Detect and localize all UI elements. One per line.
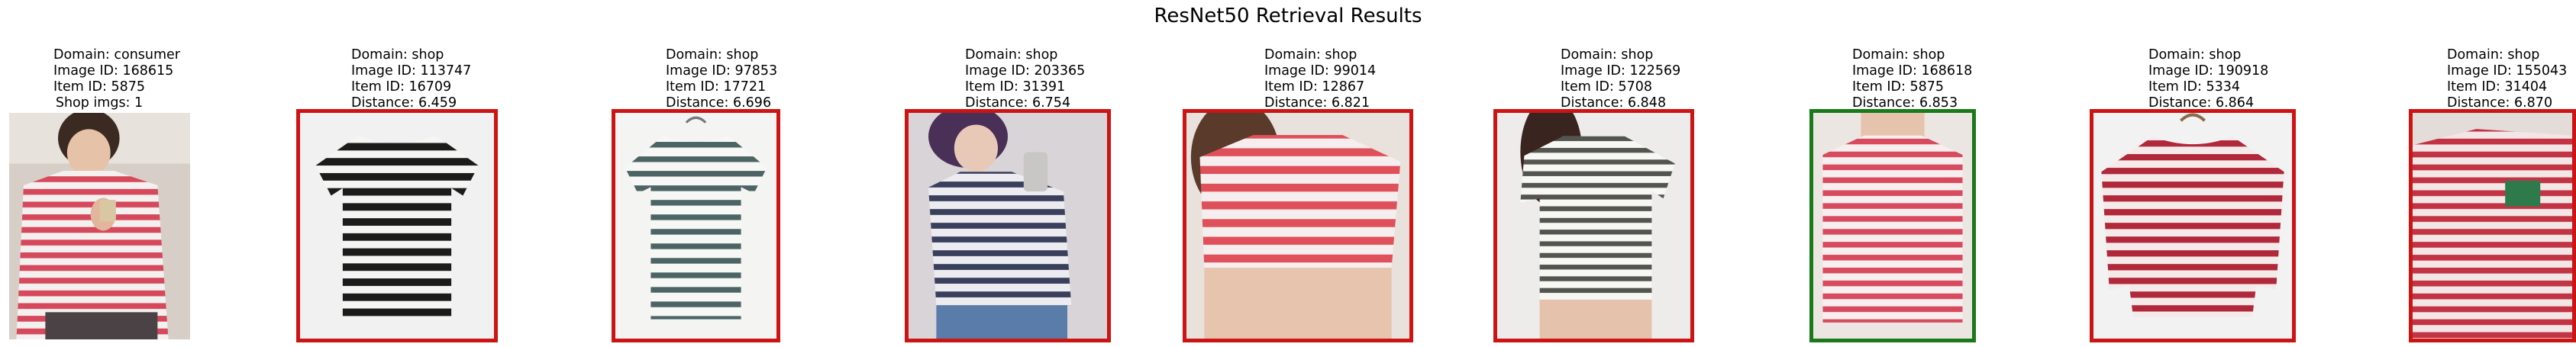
result-image-id: Image ID: 99014	[1264, 63, 1377, 79]
shirt-photo-icon	[615, 113, 776, 339]
result-domain: Domain: shop	[2148, 47, 2242, 63]
result-domain: Domain: shop	[1264, 47, 1357, 63]
query-image-id: Image ID: 168615	[53, 63, 174, 79]
result-caption: Domain: shop Image ID: 155043 Item ID: 3…	[2447, 47, 2568, 111]
query-caption: Domain: consumer Image ID: 168615 Item I…	[53, 47, 181, 111]
result-caption: Domain: shop Image ID: 168618 Item ID: 5…	[1852, 47, 1973, 111]
result-item-id: Item ID: 31391	[965, 79, 1066, 95]
result-item-id: Item ID: 5875	[1852, 79, 1945, 95]
query-shop-imgs: Shop imgs: 1	[55, 95, 144, 111]
shirt-photo-icon	[909, 113, 1107, 339]
result-image-id: Image ID: 203365	[965, 63, 1086, 79]
result-image-1	[296, 109, 498, 342]
shirt-photo-icon	[1497, 113, 1690, 339]
result-image-2	[612, 109, 780, 342]
result-image-id: Image ID: 122569	[1561, 63, 1681, 79]
figure-title: ResNet50 Retrieval Results	[1154, 5, 1422, 27]
result-image-6-correct-match	[1809, 109, 1976, 342]
result-domain: Domain: shop	[2447, 47, 2540, 63]
result-domain: Domain: shop	[965, 47, 1058, 63]
result-caption: Domain: shop Image ID: 190918 Item ID: 5…	[2148, 47, 2269, 111]
result-caption: Domain: shop Image ID: 97853 Item ID: 17…	[666, 47, 778, 111]
result-item-id: Item ID: 5708	[1561, 79, 1653, 95]
result-image-id: Image ID: 168618	[1852, 63, 1973, 79]
result-image-3	[905, 109, 1111, 342]
result-item-id: Item ID: 12867	[1264, 79, 1365, 95]
result-domain: Domain: shop	[1852, 47, 1945, 63]
query-domain: Domain: consumer	[53, 47, 181, 63]
query-item-id: Item ID: 5875	[53, 79, 146, 95]
result-image-4	[1183, 109, 1413, 342]
result-domain: Domain: shop	[666, 47, 759, 63]
shirt-photo-icon	[1186, 113, 1409, 339]
result-image-5	[1493, 109, 1694, 342]
shirt-photo-icon	[2093, 113, 2292, 339]
result-caption: Domain: shop Image ID: 99014 Item ID: 12…	[1264, 47, 1377, 111]
result-image-id: Image ID: 190918	[2148, 63, 2269, 79]
result-item-id: Item ID: 31404	[2447, 79, 2548, 95]
query-image	[9, 113, 190, 339]
shirt-photo-icon	[1813, 113, 1972, 339]
result-image-7	[2090, 109, 2296, 342]
result-image-id: Image ID: 113747	[351, 63, 472, 79]
result-caption: Domain: shop Image ID: 122569 Item ID: 5…	[1561, 47, 1681, 111]
result-item-id: Item ID: 16709	[351, 79, 452, 95]
result-item-id: Item ID: 5334	[2148, 79, 2241, 95]
result-caption: Domain: shop Image ID: 113747 Item ID: 1…	[351, 47, 472, 111]
result-image-8	[2409, 109, 2576, 342]
result-image-id: Image ID: 97853	[666, 63, 778, 79]
result-image-id: Image ID: 155043	[2447, 63, 2568, 79]
result-domain: Domain: shop	[351, 47, 444, 63]
result-caption: Domain: shop Image ID: 203365 Item ID: 3…	[965, 47, 1086, 111]
query-photo-icon	[9, 113, 190, 339]
result-domain: Domain: shop	[1561, 47, 1654, 63]
shirt-photo-icon	[300, 113, 494, 339]
result-item-id: Item ID: 17721	[666, 79, 767, 95]
shirt-photo-icon	[2413, 113, 2572, 339]
